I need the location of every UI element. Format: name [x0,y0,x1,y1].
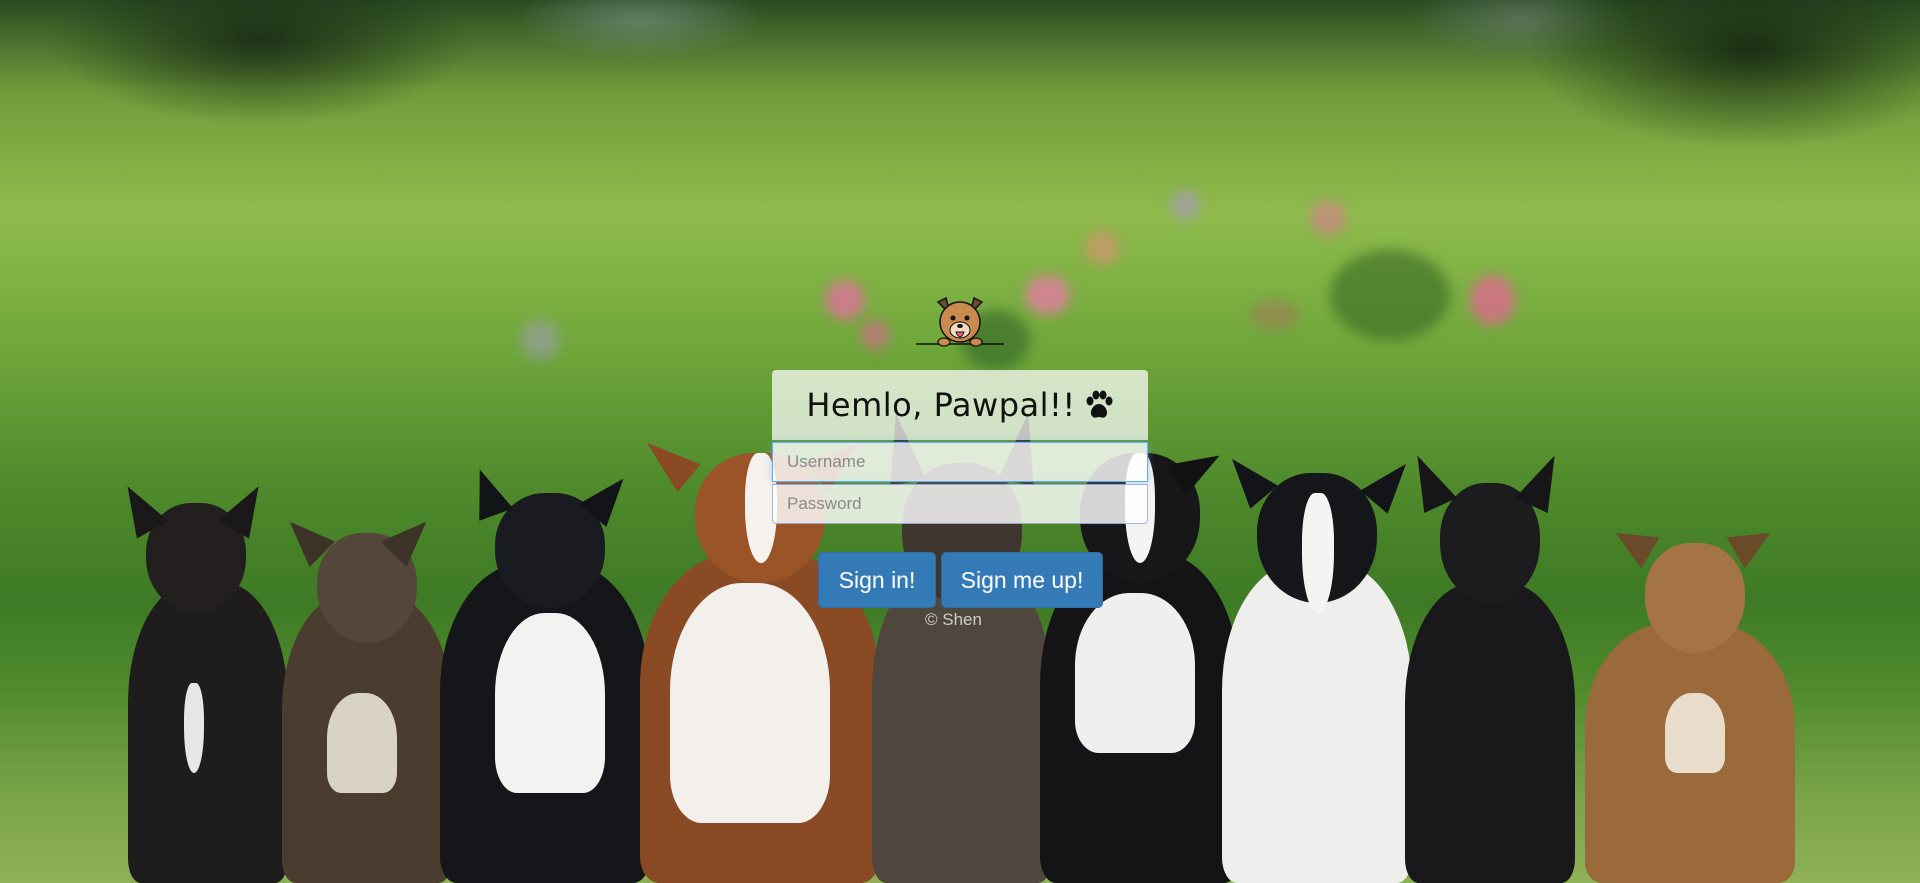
copyright-text: © Shen [925,610,982,629]
paw-print-icon [1086,390,1113,418]
dog-2 [277,493,452,883]
dog-9 [1585,517,1795,883]
dog-1 [111,463,288,883]
dog-3 [440,463,650,883]
sign-in-button[interactable]: Sign in! [818,552,936,608]
dog-face-icon [916,296,1004,347]
sign-up-button[interactable]: Sign me up! [941,552,1103,608]
page-title: Hemlo, Pawpal!! [806,386,1076,424]
dog-8 [1401,443,1575,883]
password-input[interactable] [772,484,1148,524]
dog-7 [1218,433,1420,883]
greeting-panel: Hemlo, Pawpal!! [772,370,1148,440]
username-input[interactable] [772,442,1148,482]
